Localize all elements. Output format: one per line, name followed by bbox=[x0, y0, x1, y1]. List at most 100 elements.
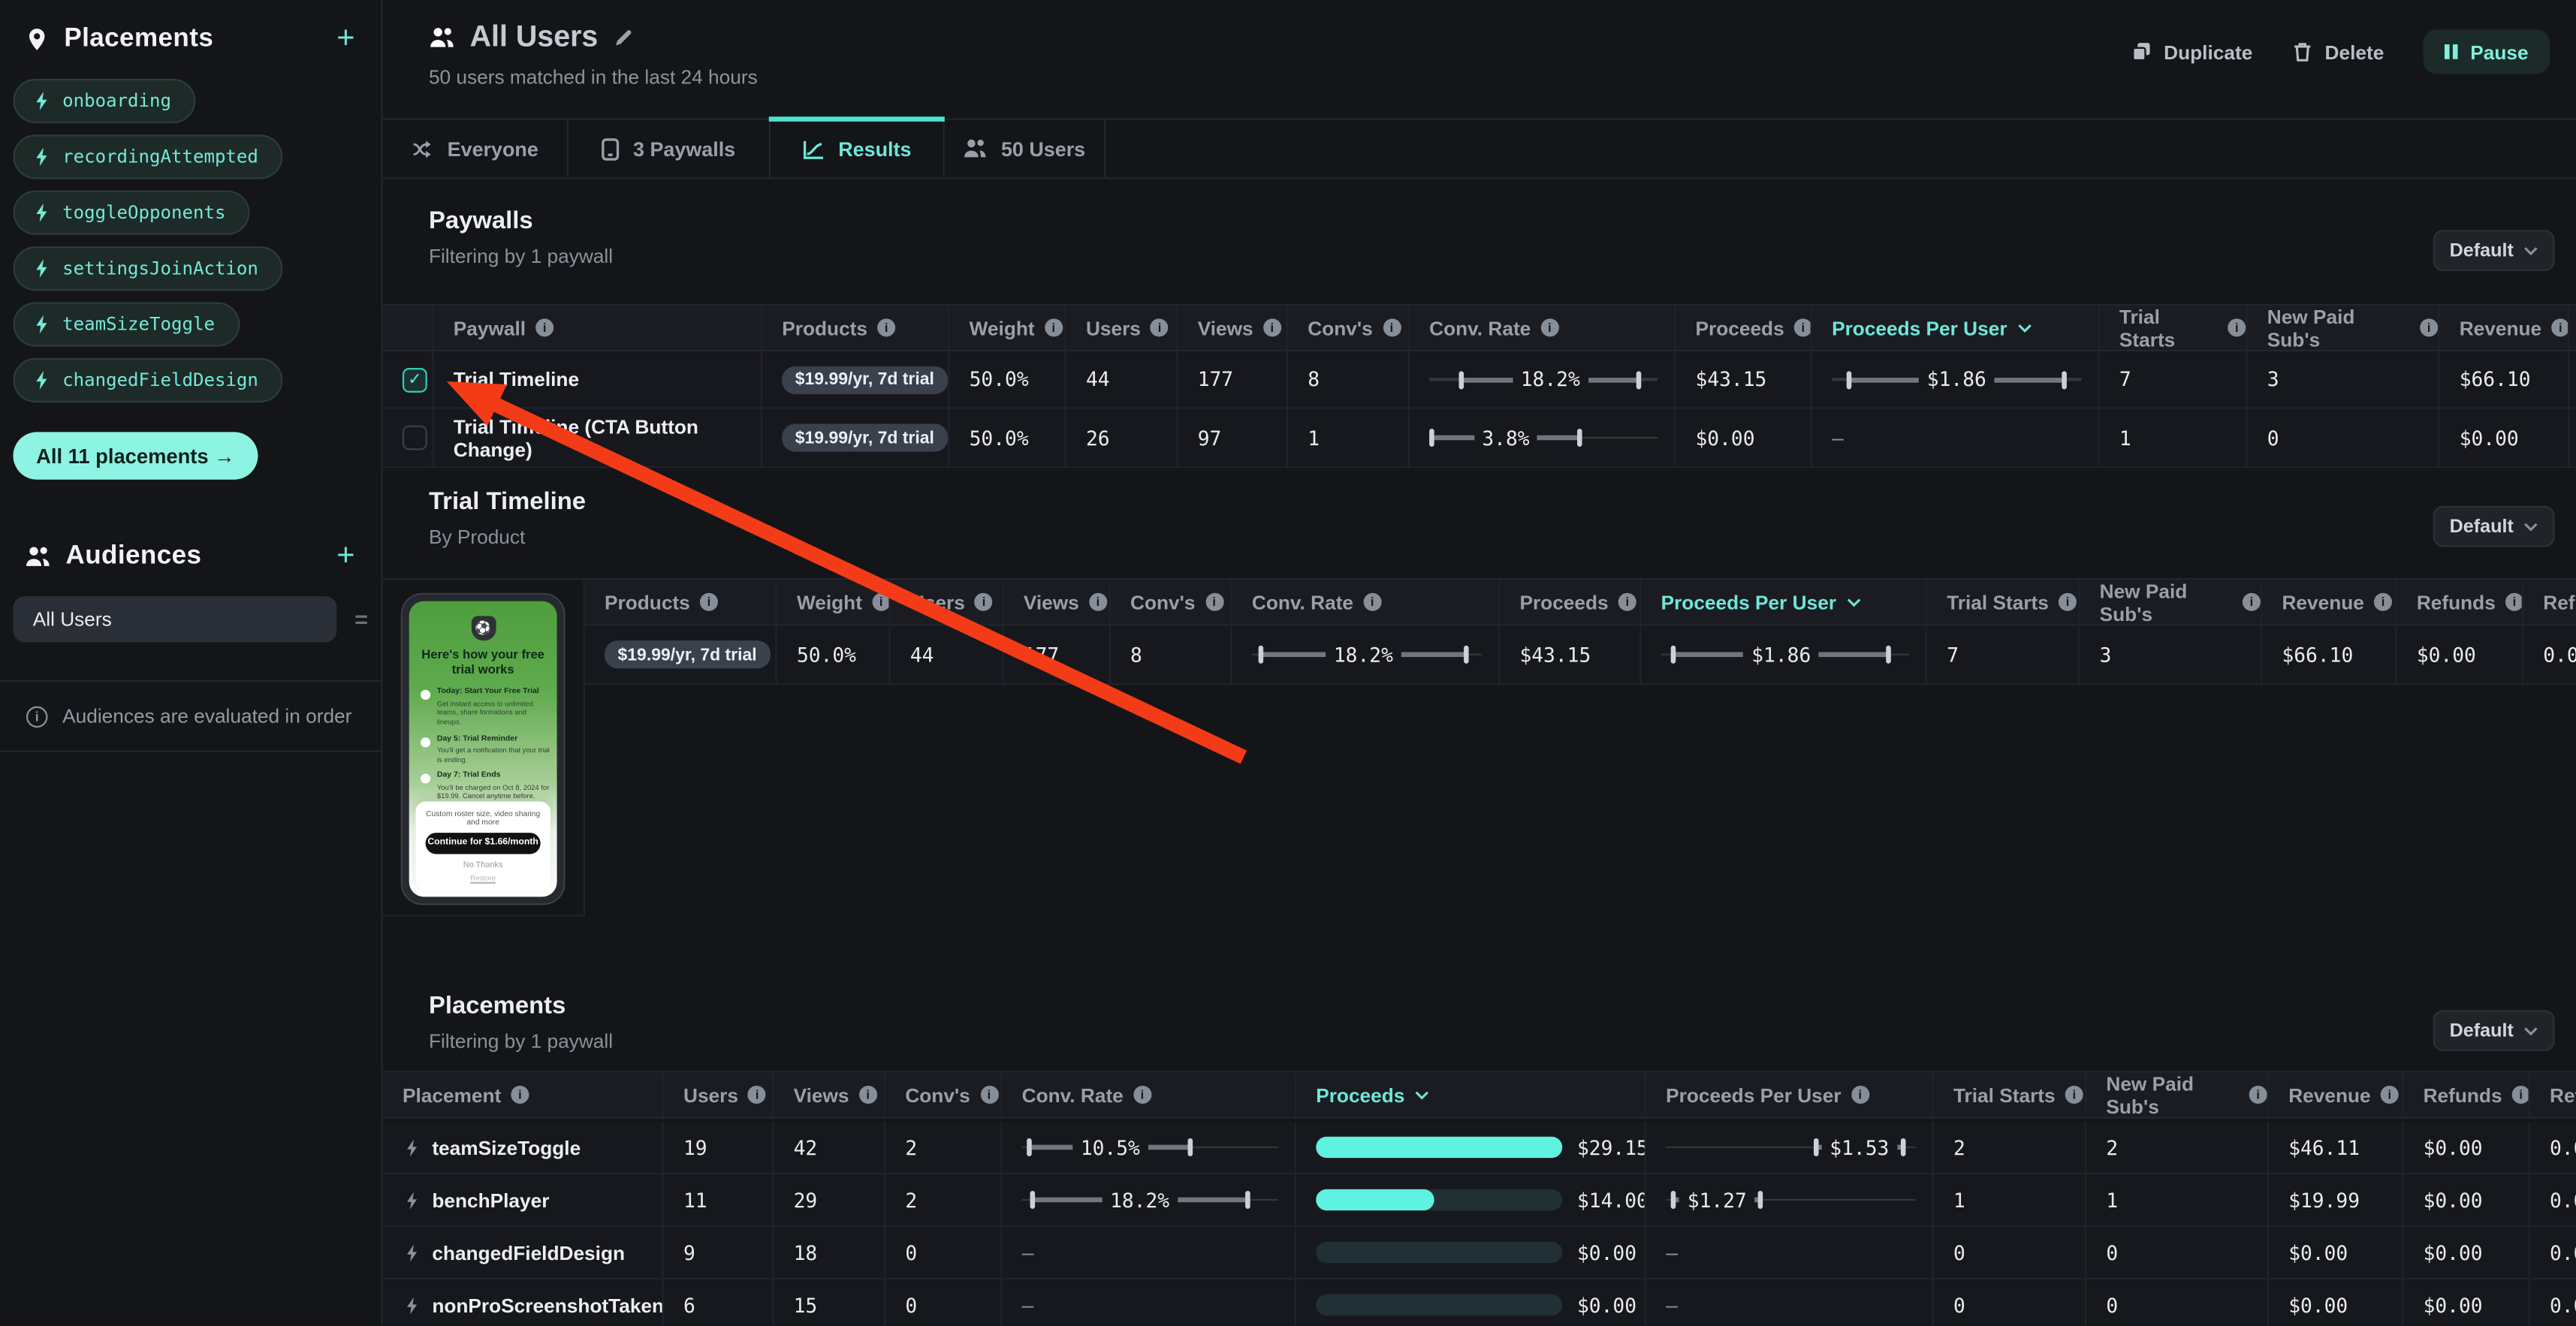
info-icon[interactable] bbox=[2381, 1086, 2399, 1104]
info-icon[interactable] bbox=[1089, 593, 1107, 611]
col-users: Users bbox=[662, 1072, 773, 1118]
all-placements-button[interactable]: All 11 placements → bbox=[14, 432, 258, 479]
placement-pill-label: recordingAttempted bbox=[62, 146, 258, 167]
weight-cell: 50.0% bbox=[776, 625, 889, 685]
new-paid-subs-cell: 0 bbox=[2085, 1227, 2267, 1279]
audience-item[interactable]: All Users bbox=[14, 596, 337, 642]
info-icon[interactable] bbox=[1540, 318, 1558, 336]
info-icon[interactable] bbox=[980, 1086, 998, 1104]
placement-pill-label: teamSizeToggle bbox=[62, 314, 215, 335]
info-icon[interactable] bbox=[1133, 1086, 1151, 1104]
empty-value: – bbox=[1022, 1241, 1034, 1264]
refunds-cell: $0.00 bbox=[2402, 1122, 2528, 1174]
add-placement-button[interactable]: + bbox=[336, 23, 354, 55]
views-cell: 97 bbox=[1176, 409, 1286, 469]
tab-everyone[interactable]: Everyone bbox=[383, 120, 569, 178]
info-icon[interactable] bbox=[859, 1086, 877, 1104]
placement-pill[interactable]: recordingAttempted bbox=[14, 134, 283, 179]
col-revenue: Revenue bbox=[2438, 306, 2568, 351]
info-icon[interactable] bbox=[2374, 593, 2392, 611]
header-actions: Duplicate Delete Pause bbox=[2131, 29, 2550, 74]
revenue-cell: $66.10 bbox=[2261, 625, 2395, 685]
info-icon[interactable] bbox=[535, 318, 554, 336]
placement-name-cell[interactable]: teamSizeToggle bbox=[383, 1122, 662, 1174]
info-icon[interactable] bbox=[2420, 318, 2438, 336]
placement-name-cell[interactable]: changedFieldDesign bbox=[383, 1227, 662, 1279]
placement-pill[interactable]: toggleOpponents bbox=[14, 191, 251, 235]
sidebar: Placements + onboarding recordingAttempt… bbox=[0, 0, 383, 1325]
tab-paywalls[interactable]: 3 Paywalls bbox=[569, 120, 771, 178]
info-icon[interactable] bbox=[1383, 318, 1401, 336]
info-icon[interactable] bbox=[2551, 318, 2569, 336]
no-thanks-button[interactable]: No Thanks bbox=[422, 860, 544, 869]
info-icon[interactable] bbox=[975, 593, 993, 611]
chevron-down-icon bbox=[2523, 246, 2538, 255]
placement-name-cell[interactable]: nonProScreenshotTaken bbox=[383, 1279, 662, 1325]
row-checkbox[interactable] bbox=[403, 426, 427, 451]
col-proceeds-per-user[interactable]: Proceeds Per User bbox=[1811, 306, 2098, 351]
placements-header: Placements + bbox=[0, 23, 382, 55]
col-proceeds-per-user[interactable]: Proceeds Per User bbox=[1639, 580, 1926, 625]
info-icon[interactable] bbox=[2228, 318, 2246, 336]
info-icon[interactable] bbox=[748, 1086, 766, 1104]
info-icon[interactable] bbox=[1205, 593, 1223, 611]
edit-pencil-icon[interactable] bbox=[613, 26, 634, 47]
info-icon[interactable] bbox=[511, 1086, 529, 1104]
info-icon[interactable] bbox=[2059, 593, 2077, 611]
col-proceeds[interactable]: Proceeds bbox=[1295, 1072, 1645, 1118]
info-icon[interactable] bbox=[1851, 1086, 1869, 1104]
info-icon[interactable] bbox=[700, 593, 718, 611]
paywall-name-cell[interactable]: Trial Timeline bbox=[432, 351, 761, 409]
duplicate-button[interactable]: Duplicate bbox=[2131, 41, 2252, 64]
people-icon bbox=[964, 138, 988, 159]
info-icon[interactable] bbox=[2249, 1086, 2267, 1104]
placement-pill[interactable]: settingsJoinAction bbox=[14, 246, 283, 291]
placement-pill[interactable]: teamSizeToggle bbox=[14, 303, 240, 347]
info-icon[interactable] bbox=[2243, 593, 2261, 611]
info-icon[interactable] bbox=[2512, 1086, 2530, 1104]
info-icon[interactable] bbox=[872, 593, 890, 611]
trial-step: Day 5: Trial ReminderYou'll get a notifi… bbox=[421, 735, 550, 765]
info-icon[interactable] bbox=[1045, 318, 1063, 336]
placement-pill-label: toggleOpponents bbox=[62, 202, 225, 223]
info-icon[interactable] bbox=[877, 318, 895, 336]
info-icon[interactable] bbox=[1263, 318, 1281, 336]
proceeds-bar: $14.00 bbox=[1316, 1189, 1645, 1212]
refunds-cell: $0.00 bbox=[2402, 1227, 2528, 1279]
pause-button[interactable]: Pause bbox=[2424, 29, 2550, 74]
trial-view-selector[interactable]: Default bbox=[2433, 506, 2555, 547]
info-icon[interactable] bbox=[1151, 318, 1169, 336]
proceeds-cell: $0.00 bbox=[1295, 1279, 1645, 1325]
drag-handle-icon[interactable]: = bbox=[354, 606, 368, 632]
tab-users[interactable]: 50 Users bbox=[945, 120, 1106, 178]
placement-pill[interactable]: onboarding bbox=[14, 79, 196, 123]
info-icon[interactable] bbox=[1618, 593, 1636, 611]
col-proceeds-per-user: Proceeds Per User bbox=[1645, 1072, 1932, 1118]
audiences-note: Audiences are evaluated in order bbox=[0, 682, 382, 751]
info-icon[interactable] bbox=[2505, 593, 2523, 611]
paywall-name-cell[interactable]: Trial Timeline (CTA Button Change) bbox=[432, 409, 761, 469]
pause-icon bbox=[2445, 44, 2457, 59]
new-paid-subs-cell: 3 bbox=[2246, 351, 2438, 409]
paywalls-view-selector[interactable]: Default bbox=[2433, 230, 2555, 271]
paywall-preview-cell[interactable]: ⚽ Here's how your free trial works Today… bbox=[383, 578, 585, 917]
convs-cell: 2 bbox=[884, 1122, 1000, 1174]
add-audience-button[interactable]: + bbox=[336, 541, 354, 572]
restore-link[interactable]: Restore bbox=[422, 874, 544, 882]
continue-button[interactable]: Continue for $1.66/month bbox=[426, 832, 541, 853]
info-icon[interactable] bbox=[2065, 1086, 2083, 1104]
conv-rate-cell: – bbox=[1000, 1279, 1295, 1325]
info-icon[interactable] bbox=[1794, 318, 1812, 336]
info-icon[interactable] bbox=[1363, 593, 1381, 611]
placement-pill[interactable]: changedFieldDesign bbox=[14, 358, 283, 402]
tab-results[interactable]: Results bbox=[771, 120, 945, 178]
col-revenue: Revenue bbox=[2267, 1072, 2402, 1118]
proceeds-cell: $29.15 bbox=[1295, 1122, 1645, 1174]
delete-button[interactable]: Delete bbox=[2292, 41, 2384, 64]
paywalls-table: Paywall Products Weight Users Views Conv… bbox=[383, 304, 2576, 469]
copy-icon bbox=[2131, 41, 2152, 62]
placement-name-cell[interactable]: benchPlayer bbox=[383, 1174, 662, 1227]
row-checkbox[interactable]: ✓ bbox=[403, 367, 427, 392]
placements-view-selector[interactable]: Default bbox=[2433, 1010, 2555, 1051]
convs-cell: 0 bbox=[884, 1279, 1000, 1325]
